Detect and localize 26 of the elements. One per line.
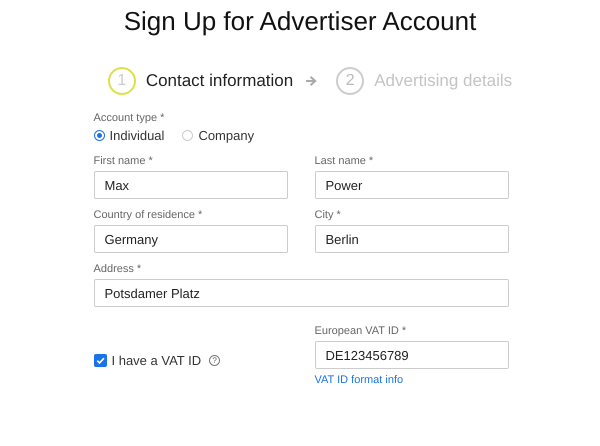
input-field[interactable]: Germany <box>94 225 288 253</box>
checkbox-label: I have a VAT ID <box>112 353 202 368</box>
radio-label: Company <box>198 128 254 143</box>
field-label: Account type * <box>94 112 166 124</box>
field-label: City * <box>314 209 342 221</box>
input-field[interactable]: Berlin <box>314 225 508 253</box>
arrow-icon <box>305 75 318 87</box>
field-label: European VAT ID * <box>314 325 408 337</box>
field-label: First name * <box>94 155 154 167</box>
radio-button[interactable] <box>182 130 194 141</box>
checkbox[interactable] <box>94 354 106 367</box>
input-field[interactable]: Max <box>94 171 288 199</box>
field-label: Address * <box>94 263 142 275</box>
input-field[interactable]: Power <box>314 171 508 199</box>
step-number: 2 <box>336 67 364 95</box>
step-label: Advertising details <box>374 71 512 91</box>
page-title: Sign Up for Advertiser Account <box>124 6 476 37</box>
input-field[interactable]: Potsdamer Platz <box>94 279 508 307</box>
help-icon[interactable]: ? <box>209 355 220 366</box>
field-label: Last name * <box>314 155 374 167</box>
field-label: Country of residence * <box>94 209 204 221</box>
radio-button[interactable] <box>94 130 104 141</box>
format-info-link[interactable]: VAT ID format info <box>314 374 508 386</box>
input-field[interactable]: DE123456789 <box>314 341 508 369</box>
step-label: Contact information <box>146 71 294 91</box>
radio-label: Individual <box>110 128 164 143</box>
